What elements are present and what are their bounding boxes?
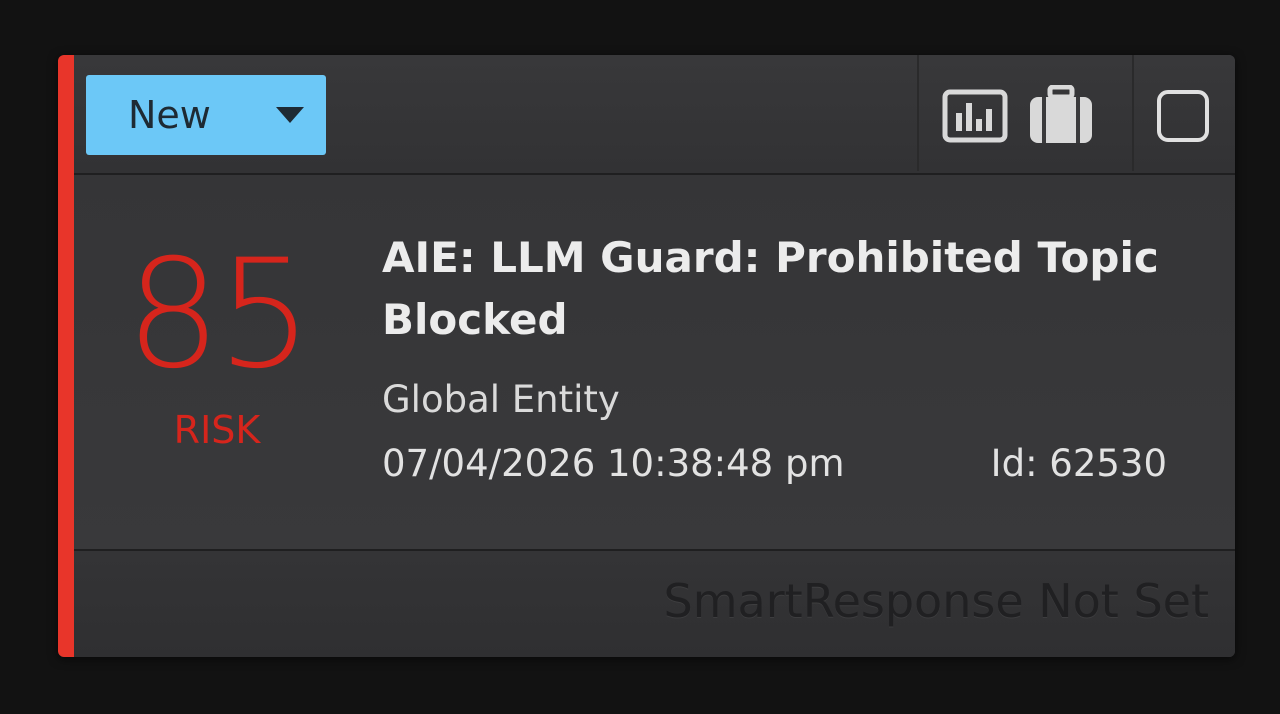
entity-name: Global Entity xyxy=(382,378,620,421)
alarm-card-footer: SmartResponse Not Set xyxy=(74,551,1235,657)
risk-accent-bar xyxy=(58,55,74,657)
header-divider xyxy=(1132,55,1134,171)
alarm-card-body: 85 RISK AIE: LLM Guard: Prohibited Topic… xyxy=(74,175,1235,551)
risk-score: 85 xyxy=(125,228,313,402)
alarm-card[interactable]: New 85 RISK AIE: LLM Guard: Prohibited T… xyxy=(58,55,1235,657)
risk-label: RISK xyxy=(173,408,261,452)
alarm-card-header: New xyxy=(74,55,1235,175)
chevron-down-icon xyxy=(276,107,304,123)
header-divider xyxy=(917,55,919,171)
case-briefcase-icon[interactable] xyxy=(1028,84,1094,149)
alarm-datetime: 07/04/2026 10:38:48 pm xyxy=(382,442,845,485)
alarm-id: Id: 62530 xyxy=(990,442,1167,485)
status-dropdown[interactable]: New xyxy=(86,75,326,155)
analyze-chart-icon[interactable] xyxy=(942,89,1008,147)
alarm-title[interactable]: AIE: LLM Guard: Prohibited Topic Blocked xyxy=(382,227,1202,351)
status-dropdown-label: New xyxy=(128,93,211,137)
select-checkbox-icon[interactable] xyxy=(1156,89,1210,147)
smartresponse-status: SmartResponse Not Set xyxy=(663,574,1209,628)
